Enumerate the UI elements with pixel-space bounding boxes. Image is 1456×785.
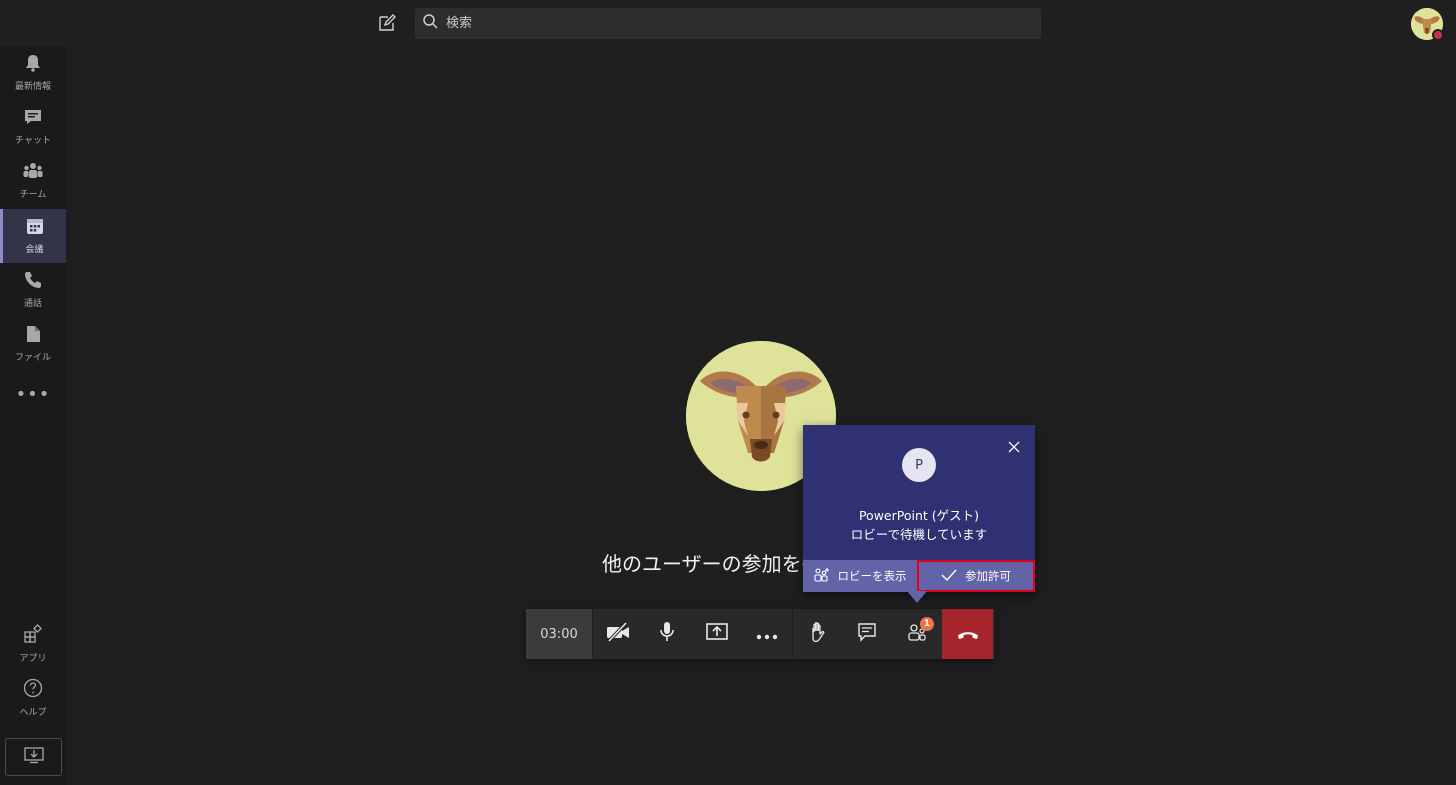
hand-icon bbox=[808, 621, 828, 647]
lobby-actions: ロビーを表示 参加許可 bbox=[803, 560, 1035, 592]
status-dot bbox=[1432, 29, 1444, 41]
checkmark-icon bbox=[941, 569, 957, 584]
chat-icon bbox=[24, 108, 42, 130]
ellipsis-icon bbox=[756, 625, 778, 644]
microphone-button[interactable] bbox=[642, 609, 692, 659]
download-icon bbox=[23, 746, 44, 768]
close-icon[interactable] bbox=[1007, 439, 1023, 455]
rail-item-label: 会議 bbox=[25, 245, 44, 255]
rail-item-label: ヘルプ bbox=[19, 708, 47, 718]
share-screen-icon bbox=[705, 622, 729, 646]
rail-item-teams[interactable]: チーム bbox=[0, 154, 66, 208]
popup-pointer bbox=[907, 591, 927, 603]
rail-item-label: ファイル bbox=[14, 353, 51, 363]
raise-hand-button[interactable] bbox=[792, 609, 842, 659]
phone-icon bbox=[24, 271, 42, 293]
microphone-icon bbox=[659, 621, 675, 647]
lobby-icon bbox=[813, 567, 830, 586]
rail-item-label: 最新情報 bbox=[14, 82, 51, 92]
hang-up-button[interactable] bbox=[942, 609, 993, 659]
rail-item-activity[interactable]: 最新情報 bbox=[0, 46, 66, 100]
more-apps-icon[interactable]: ••• bbox=[0, 386, 66, 410]
app-rail: 最新情報 チャット チーム 会議 通話 ファイル ••• アプリ ヘルプ bbox=[0, 46, 67, 785]
view-lobby-label: ロビーを表示 bbox=[837, 569, 907, 583]
top-bar bbox=[0, 0, 1456, 46]
download-app-button[interactable] bbox=[5, 738, 62, 776]
guest-name: PowerPoint (ゲスト) bbox=[858, 508, 980, 523]
rail-item-label: アプリ bbox=[19, 654, 47, 664]
search-icon bbox=[423, 14, 438, 33]
file-icon bbox=[25, 325, 41, 347]
call-timer: 03:00 bbox=[526, 609, 592, 659]
rail-item-meetings[interactable]: 会議 bbox=[0, 209, 66, 263]
lobby-notification: P PowerPoint (ゲスト) ロビーで待機しています ロビーを表示 参加… bbox=[803, 425, 1035, 592]
search-box[interactable] bbox=[415, 8, 1041, 39]
chat-icon bbox=[857, 622, 877, 646]
share-screen-button[interactable] bbox=[692, 609, 742, 659]
rail-item-apps[interactable]: アプリ bbox=[0, 617, 66, 671]
admit-button[interactable]: 参加許可 bbox=[917, 560, 1035, 592]
hang-up-icon bbox=[957, 625, 979, 644]
rail-item-chat[interactable]: チャット bbox=[0, 100, 66, 154]
waiting-message: 他のユーザーの参加を待っています bbox=[602, 552, 812, 576]
help-icon bbox=[23, 678, 43, 702]
search-input[interactable] bbox=[444, 15, 1024, 32]
camera-off-icon bbox=[606, 621, 630, 646]
rail-item-files[interactable]: ファイル bbox=[0, 317, 66, 371]
rail-item-label: 通話 bbox=[23, 299, 42, 309]
participants-badge: 1 bbox=[920, 617, 934, 631]
call-controls-bar: 03:00 1 bbox=[526, 609, 995, 659]
chat-button[interactable] bbox=[842, 609, 892, 659]
participants-button[interactable]: 1 bbox=[892, 609, 942, 659]
calendar-icon bbox=[26, 217, 44, 239]
rail-item-calls[interactable]: 通話 bbox=[0, 263, 66, 317]
rail-item-label: チーム bbox=[19, 190, 47, 200]
camera-toggle-button[interactable] bbox=[592, 609, 642, 659]
view-lobby-button[interactable]: ロビーを表示 bbox=[803, 560, 917, 592]
compose-icon[interactable] bbox=[376, 12, 398, 34]
guest-avatar: P bbox=[902, 448, 936, 482]
apps-icon bbox=[23, 624, 43, 648]
teams-icon bbox=[23, 162, 43, 184]
rail-item-label: チャット bbox=[15, 136, 51, 146]
admit-label: 参加許可 bbox=[965, 569, 1011, 583]
bell-icon bbox=[24, 54, 42, 76]
more-actions-button[interactable] bbox=[742, 609, 792, 659]
guest-status: ロビーで待機しています bbox=[850, 527, 988, 542]
rail-item-help[interactable]: ヘルプ bbox=[0, 671, 66, 725]
